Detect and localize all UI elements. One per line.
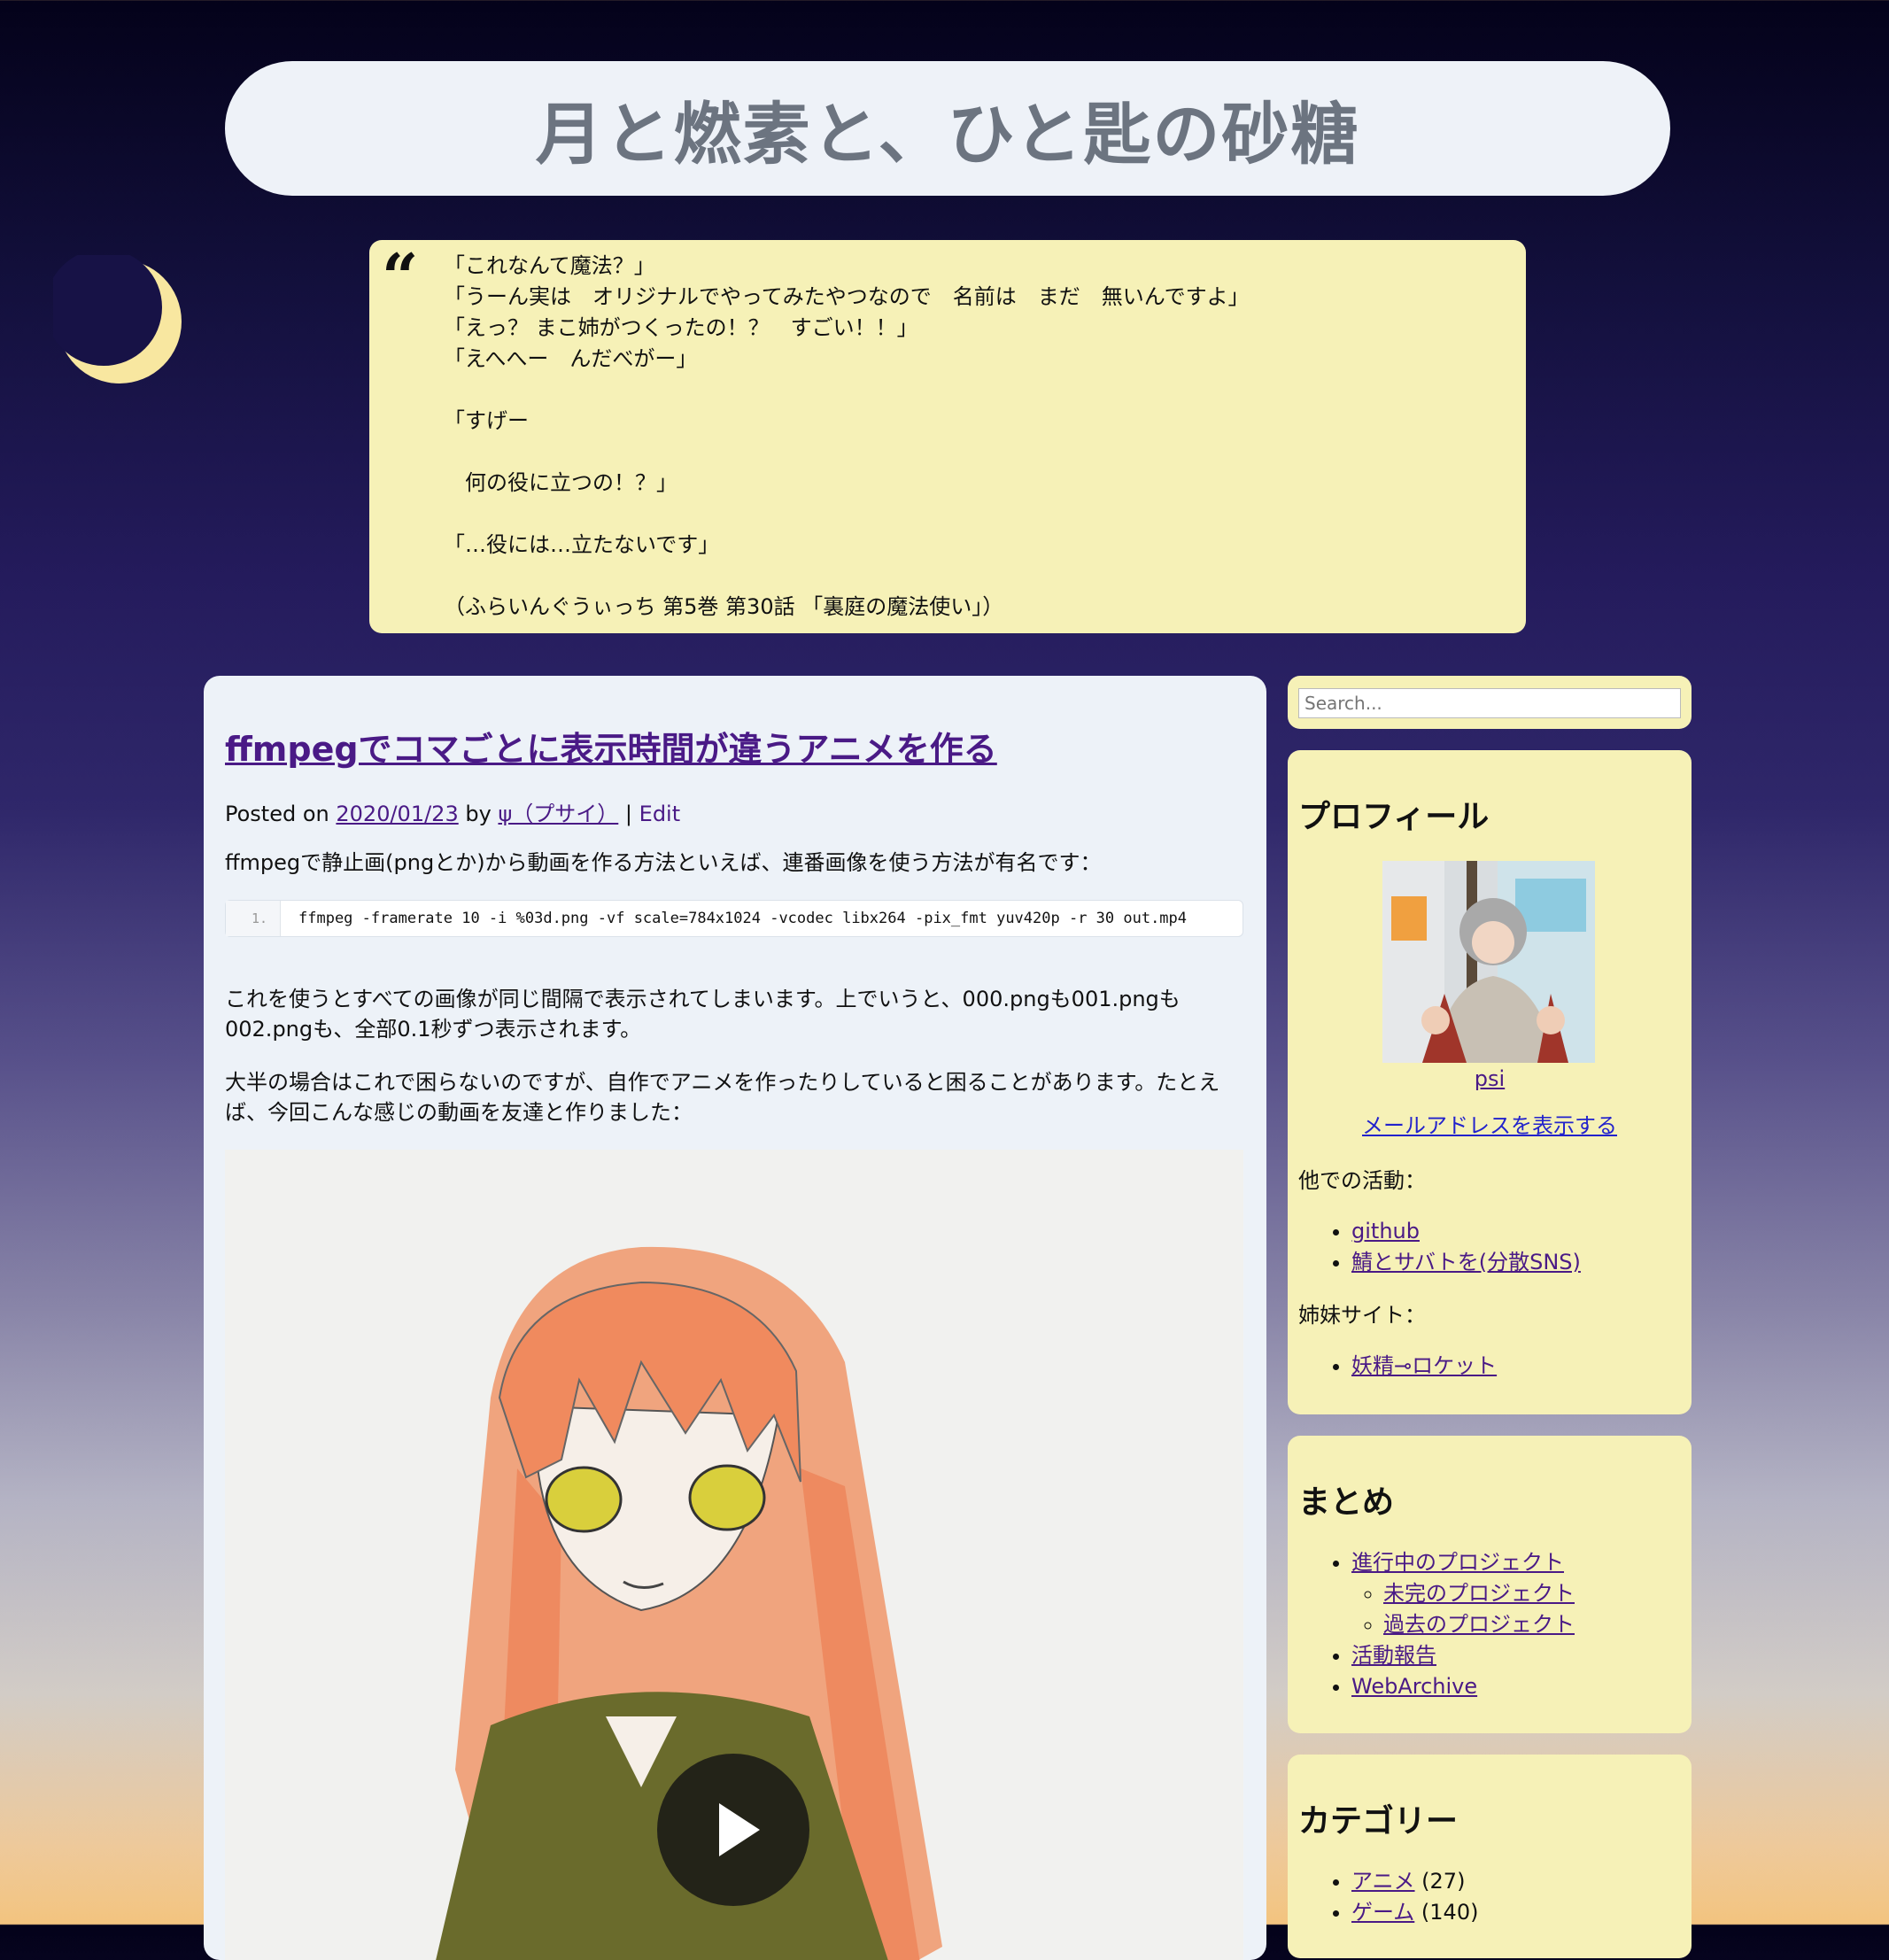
sister-site-link[interactable]: 妖精⊸ロケット — [1351, 1353, 1497, 1378]
categories-widget: カテゴリー アニメ (27) ゲーム (140) — [1288, 1755, 1692, 1958]
summary-heading: まとめ — [1298, 1484, 1395, 1521]
list-item: 進行中のプロジェクト 未完のプロジェクト 過去のプロジェクト — [1351, 1547, 1575, 1640]
post-paragraph: 大半の場合はこれで困らないのですが、自作でアニメを作ったりしていると困ることがあ… — [225, 1070, 1220, 1125]
quote-mark-icon: “ — [382, 239, 419, 314]
quote-line: 「これなんて魔法？」 — [444, 253, 655, 278]
sister-sites-label: 姉妹サイト： — [1298, 1303, 1426, 1328]
quote-line: 何の役に立つの！？」 — [444, 470, 677, 495]
post-date-link[interactable]: 2020/01/23 — [336, 802, 458, 826]
post-panel: ffmpegでコマごとに表示時間が違うアニメを作る Posted on 2020… — [204, 676, 1266, 1960]
sns-link[interactable]: 鯖とサバトを(分散SNS) — [1351, 1250, 1581, 1274]
activities-list: github 鯖とサバトを(分散SNS) — [1330, 1216, 1581, 1278]
quote-line — [444, 375, 1250, 406]
code-block: 1. ffmpeg -framerate 10 -i %03d.png -vf … — [225, 900, 1243, 937]
quote-line — [444, 561, 1250, 592]
quote-lines: 「これなんて魔法？」 「うーん実は オリジナルでやってみたやつなので 名前は ま… — [444, 251, 1250, 623]
list-item: github — [1351, 1216, 1581, 1247]
quote-line: 「えへへー んだべがー」 — [444, 346, 698, 371]
summary-list: 進行中のプロジェクト 未完のプロジェクト 過去のプロジェクト 活動報告 WebA… — [1330, 1547, 1575, 1702]
post-paragraph: ffmpegで静止画(pngとか)から動画を作る方法といえば、連番画像を使う方法… — [225, 850, 1102, 875]
quote-line: 「えっ？ まこ姉がつくったの！？ すごい！！」 — [444, 315, 918, 340]
list-item: 過去のプロジェクト — [1383, 1609, 1575, 1640]
quote-line: 「…役には…立たないです」 — [444, 532, 720, 557]
play-button[interactable] — [657, 1754, 809, 1906]
past-projects-link[interactable]: 過去のプロジェクト — [1383, 1612, 1575, 1637]
code-line: ffmpeg -framerate 10 -i %03d.png -vf sca… — [298, 910, 1188, 927]
list-item: WebArchive — [1351, 1671, 1575, 1702]
by-label: by — [465, 802, 492, 826]
ongoing-projects-link[interactable]: 進行中のプロジェクト — [1351, 1550, 1564, 1575]
list-item: 鯖とサバトを(分散SNS) — [1351, 1247, 1581, 1278]
quote-line: 「すげー — [444, 408, 529, 433]
quote-line — [444, 437, 1250, 468]
quote-line — [444, 499, 1250, 530]
edit-link[interactable]: Edit — [639, 802, 680, 826]
search-input[interactable] — [1298, 688, 1681, 718]
code-line-number: 1. — [226, 901, 281, 936]
categories-list: アニメ (27) ゲーム (140) — [1330, 1866, 1478, 1928]
activity-report-link[interactable]: 活動報告 — [1351, 1643, 1436, 1668]
site-title[interactable]: 月と燃素と、ひと匙の砂糖 — [536, 80, 1360, 177]
posted-on-label: Posted on — [225, 802, 329, 826]
author-link[interactable]: ψ（プサイ） — [498, 802, 618, 826]
post-paragraph: これを使うとすべての画像が同じ間隔で表示されてしまいます。上でいうと、000.p… — [225, 987, 1181, 1042]
list-item: ゲーム (140) — [1351, 1897, 1478, 1928]
webarchive-link[interactable]: WebArchive — [1351, 1674, 1477, 1699]
post-meta: Posted on 2020/01/23 by ψ（プサイ） | Edit — [225, 796, 680, 827]
profile-widget: プロフィール psi メールアドレスを表示する 他での活動： github 鯖と… — [1288, 750, 1692, 1414]
quote-line: （ふらいんぐうぃっち 第5巻 第30話 「裏庭の魔法使い」） — [444, 594, 1004, 619]
profile-name-link[interactable]: psi — [1288, 1066, 1692, 1091]
list-item: 活動報告 — [1351, 1640, 1575, 1671]
category-count: (27) — [1421, 1869, 1466, 1894]
video-player[interactable] — [225, 1150, 1243, 1960]
category-link-anime[interactable]: アニメ — [1351, 1869, 1415, 1894]
meta-separator: | — [624, 802, 633, 826]
site-title-banner: 月と燃素と、ひと匙の砂糖 — [225, 61, 1670, 196]
post-title-link[interactable]: ffmpegでコマごとに表示時間が違うアニメを作る — [225, 722, 997, 771]
sub-list: 未完のプロジェクト 過去のプロジェクト — [1351, 1578, 1575, 1640]
avatar — [1382, 861, 1595, 1063]
github-link[interactable]: github — [1351, 1219, 1420, 1243]
activities-label: 他での活動： — [1298, 1168, 1426, 1193]
search-widget — [1288, 676, 1692, 729]
moon-icon — [53, 255, 182, 383]
profile-heading: プロフィール — [1298, 799, 1490, 835]
category-link-game[interactable]: ゲーム — [1351, 1900, 1414, 1925]
list-item: 未完のプロジェクト — [1383, 1578, 1575, 1609]
category-count: (140) — [1421, 1900, 1479, 1925]
list-item: アニメ (27) — [1351, 1866, 1478, 1897]
sister-sites-list: 妖精⊸ロケット — [1330, 1351, 1497, 1382]
unfinished-projects-link[interactable]: 未完のプロジェクト — [1383, 1581, 1575, 1606]
categories-heading: カテゴリー — [1298, 1803, 1459, 1840]
quote-line: 「うーん実は オリジナルでやってみたやつなので 名前は まだ 無いんですよ」 — [444, 284, 1250, 309]
quote-box: “ 「これなんて魔法？」 「うーん実は オリジナルでやってみたやつなので 名前は… — [369, 240, 1526, 633]
summary-widget: まとめ 進行中のプロジェクト 未完のプロジェクト 過去のプロジェクト 活動報告 … — [1288, 1436, 1692, 1733]
list-item: 妖精⊸ロケット — [1351, 1351, 1497, 1382]
show-email-link[interactable]: メールアドレスを表示する — [1288, 1108, 1692, 1139]
